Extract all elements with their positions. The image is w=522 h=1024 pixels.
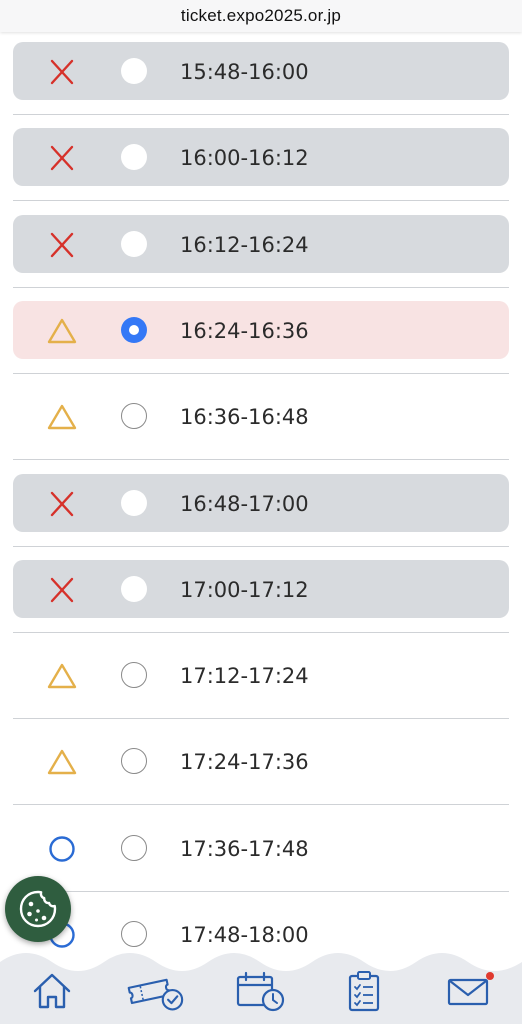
cookie-settings-button[interactable]	[5, 876, 71, 942]
cross-icon	[47, 58, 77, 86]
time-slot-row: 15:48-16:00	[13, 32, 509, 118]
row-divider	[13, 114, 509, 115]
time-slot-label: 16:48-17:00	[180, 491, 309, 516]
clipboard-checklist-icon	[348, 971, 380, 1012]
notification-dot	[486, 972, 494, 980]
time-slot-label: 15:48-16:00	[180, 60, 309, 84]
triangle-icon	[47, 662, 77, 690]
time-slot-label: 16:12-16:24	[180, 232, 309, 257]
time-slot-label: 17:00-17:12	[180, 577, 309, 602]
time-slot-row: 17:00-17:12	[13, 550, 509, 636]
nav-messages-button[interactable]	[438, 966, 498, 1016]
time-slot-label: 17:36-17:48	[180, 836, 309, 861]
row-divider	[13, 718, 509, 720]
time-slot-row: 16:48-17:00	[13, 464, 509, 550]
ticket-check-icon	[127, 978, 184, 1011]
row-divider	[13, 804, 509, 806]
time-slot-row[interactable]: 17:36-17:48	[13, 809, 509, 895]
home-icon	[33, 973, 71, 1009]
time-slot-label: 16:24-16:36	[180, 318, 309, 343]
row-divider	[13, 286, 509, 288]
triangle-icon	[47, 748, 77, 776]
mail-icon	[447, 978, 489, 1006]
radio-button[interactable]	[121, 403, 147, 430]
nav-tickets-button[interactable]	[126, 966, 186, 1016]
url-text: ticket.expo2025.or.jp	[180, 6, 342, 25]
circle-icon	[47, 835, 77, 863]
triangle-icon	[47, 403, 77, 431]
calendar-clock-icon	[236, 971, 285, 1012]
time-slot-row[interactable]: 17:24-17:36	[13, 722, 509, 808]
browser-address-bar[interactable]: ticket.expo2025.or.jp	[0, 0, 522, 32]
nav-home-button[interactable]	[22, 966, 82, 1016]
time-slot-row: 16:12-16:24	[13, 205, 509, 291]
time-slot-label: 16:00-16:12	[180, 146, 309, 171]
row-divider	[13, 631, 509, 633]
cross-icon	[47, 576, 77, 604]
row-divider	[13, 372, 509, 374]
cross-icon	[47, 231, 77, 259]
cross-icon	[47, 490, 77, 518]
radio-button	[121, 58, 147, 84]
radio-button-selected[interactable]	[121, 316, 147, 343]
radio-button	[121, 575, 147, 602]
nav-schedule-button[interactable]	[230, 966, 290, 1016]
row-divider	[13, 890, 509, 892]
time-slot-row[interactable]: 16:24-16:36	[13, 291, 509, 377]
triangle-icon	[47, 317, 77, 345]
radio-button	[121, 230, 147, 257]
time-slot-row: 16:00-16:12	[13, 118, 509, 204]
radio-button[interactable]	[121, 662, 147, 689]
radio-button	[121, 489, 147, 516]
time-slot-label: 16:36-16:48	[180, 405, 309, 430]
time-slot-row[interactable]: 16:36-16:48	[13, 377, 509, 463]
row-divider	[13, 200, 509, 202]
time-slot-label: 17:12-17:24	[180, 664, 309, 689]
nav-checklist-button[interactable]	[334, 966, 394, 1016]
row-divider	[13, 545, 509, 547]
row-divider	[13, 459, 509, 461]
time-slot-label: 17:24-17:36	[180, 750, 309, 775]
bottom-navigation	[0, 944, 522, 1024]
time-slot-row[interactable]: 17:12-17:24	[13, 636, 509, 722]
cookie-icon	[19, 890, 57, 928]
radio-button[interactable]	[121, 834, 147, 861]
cross-icon	[47, 144, 77, 172]
